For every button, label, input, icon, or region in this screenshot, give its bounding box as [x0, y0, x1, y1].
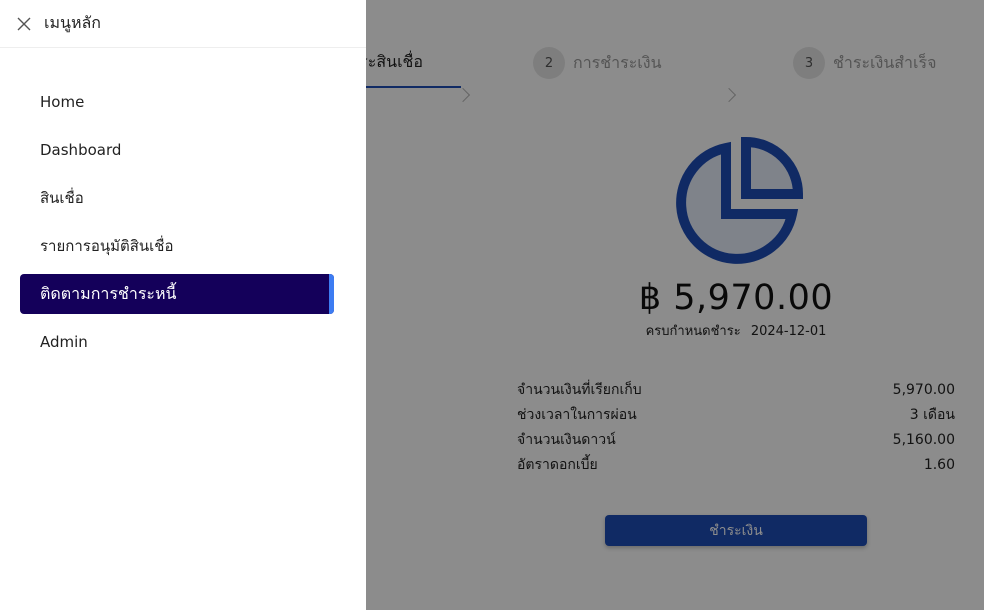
- drawer-header: เมนูหลัก: [0, 0, 366, 48]
- close-icon[interactable]: [17, 17, 31, 31]
- menu-item-admin[interactable]: Admin: [20, 322, 334, 362]
- drawer-title: เมนูหลัก: [44, 13, 101, 32]
- menu-item-dashboard[interactable]: Dashboard: [20, 130, 334, 170]
- menu-item-loan-approvals[interactable]: รายการอนุมัติสินเชื่อ: [20, 226, 334, 266]
- main-menu: Home Dashboard สินเชื่อ รายการอนุมัติสิน…: [20, 82, 334, 370]
- menu-item-loans[interactable]: สินเชื่อ: [20, 178, 334, 218]
- menu-item-debt-tracking[interactable]: ติดตามการชำระหนี้: [20, 274, 334, 314]
- menu-item-home[interactable]: Home: [20, 82, 334, 122]
- main-menu-drawer: เมนูหลัก Home Dashboard สินเชื่อ รายการอ…: [0, 0, 366, 610]
